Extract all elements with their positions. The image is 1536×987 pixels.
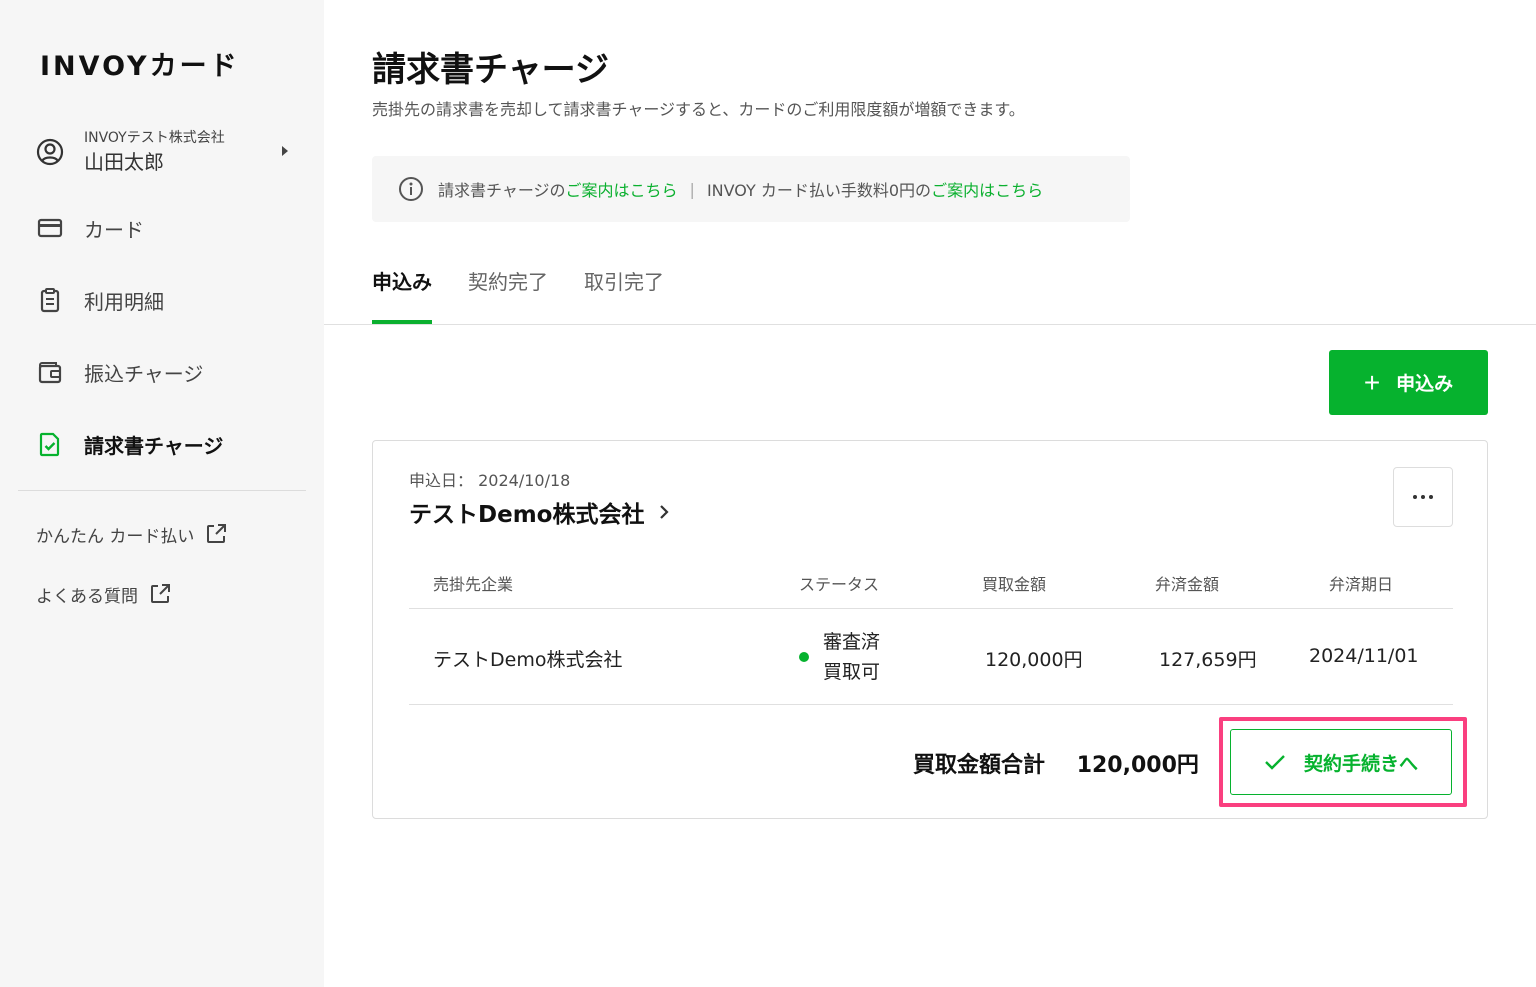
info-icon xyxy=(399,177,423,201)
row-due-date: 2024/11/01 xyxy=(1309,645,1419,667)
column-header-company: 売掛先企業 xyxy=(433,575,514,594)
purchase-total-label: 買取金額合計 xyxy=(913,753,1046,778)
external-link-label: かんたん カード払い xyxy=(36,526,195,547)
invoice-check-icon xyxy=(39,432,60,457)
table-header: 売掛先企業 ステータス 買取金額 弁済金額 弁済期日 xyxy=(409,559,1453,609)
notice-text-fee: INVOY カード払い手数料0円の xyxy=(706,181,932,200)
faq-link[interactable]: よくある質問 xyxy=(36,578,172,610)
sidebar-item-invoice-charge[interactable]: 請求書チャージ xyxy=(36,422,306,466)
column-header-purchase-amount: 買取金額 xyxy=(982,575,1047,594)
application-date-label: 申込日： xyxy=(409,471,474,490)
app-logo[interactable]: INVOYカード xyxy=(40,44,240,83)
easy-card-payment-link[interactable]: かんたん カード払い xyxy=(36,518,228,550)
sidebar-item-statements[interactable]: 利用明細 xyxy=(36,278,306,322)
more-options-button[interactable] xyxy=(1393,467,1453,527)
user-circle-icon xyxy=(36,138,64,166)
column-header-repayment-amount: 弁済金額 xyxy=(1155,575,1220,594)
row-purchase-amount: 120,000円 xyxy=(985,649,1083,671)
status-tabs: 申込み 契約完了 取引完了 xyxy=(372,262,700,325)
dot xyxy=(1421,495,1425,499)
application-date-value: 2024/10/18 xyxy=(478,471,571,490)
wallet-icon xyxy=(38,362,62,384)
chevron-right-icon xyxy=(660,505,670,519)
card-icon xyxy=(37,218,63,238)
caret-right-icon xyxy=(282,146,288,156)
sidebar-item-label: 利用明細 xyxy=(84,289,164,314)
row-status: 審査済 買取可 xyxy=(799,627,880,687)
sidebar: INVOYカード INVOYテスト株式会社 山田太郎 カード 利用明細 振込チャ… xyxy=(0,0,324,987)
external-link-label: よくある質問 xyxy=(36,586,138,607)
row-company: テストDemo株式会社 xyxy=(433,649,623,671)
clipboard-icon xyxy=(40,288,60,313)
sidebar-item-card[interactable]: カード xyxy=(36,206,306,250)
page-subtitle: 売掛先の請求書を売却して請求書チャージすると、カードのご利用限度額が増額できます… xyxy=(372,100,1025,119)
purchase-total: 買取金額合計 120,000円 xyxy=(913,747,1199,779)
plus-icon: + xyxy=(1363,366,1381,398)
contract-procedure-label: 契約手続きへ xyxy=(1303,753,1418,775)
purchase-total-amount: 120,000円 xyxy=(1076,753,1199,778)
column-header-status: ステータス xyxy=(799,575,880,594)
table-row: テストDemo株式会社 審査済 買取可 120,000円 127,659円 20… xyxy=(409,609,1453,705)
sidebar-divider xyxy=(18,490,306,491)
application-card: 申込日： 2024/10/18 テストDemo株式会社 売掛先企業 ステータス … xyxy=(372,440,1488,819)
sidebar-item-label: 振込チャージ xyxy=(84,361,204,386)
new-application-label: 申込み xyxy=(1396,374,1454,395)
column-header-due-date: 弁済期日 xyxy=(1329,575,1394,594)
tab-transaction-complete[interactable]: 取引完了 xyxy=(584,262,664,324)
dot xyxy=(1413,495,1417,499)
dot xyxy=(1429,495,1433,499)
page-title: 請求書チャージ xyxy=(372,50,609,90)
new-application-button[interactable]: + 申込み xyxy=(1329,350,1488,415)
application-company-name: テストDemo株式会社 xyxy=(409,502,645,528)
check-icon xyxy=(1265,755,1285,770)
status-dot xyxy=(799,652,809,662)
contract-procedure-button[interactable]: 契約手続きへ xyxy=(1230,729,1452,795)
fee-guide-link[interactable]: ご案内はこちら xyxy=(931,177,1043,201)
application-date: 申込日： 2024/10/18 xyxy=(409,467,570,491)
sidebar-item-label: カード xyxy=(84,217,144,242)
user-company: INVOYテスト株式会社 xyxy=(84,130,225,146)
status-line-reviewed: 審査済 xyxy=(823,631,881,653)
user-name: 山田太郎 xyxy=(84,150,164,174)
info-notice: 請求書チャージの ご案内はこちら | INVOY カード払い手数料0円の ご案内… xyxy=(372,156,1130,222)
tab-application[interactable]: 申込み xyxy=(372,262,432,324)
notice-separator: | xyxy=(689,179,695,199)
external-link-icon xyxy=(207,524,227,543)
sidebar-item-transfer-charge[interactable]: 振込チャージ xyxy=(36,350,306,394)
external-link-icon xyxy=(151,584,170,603)
status-line-purchasable: 買取可 xyxy=(823,661,881,683)
notice-text-invoice: 請求書チャージの xyxy=(438,181,566,200)
row-repayment-amount: 127,659円 xyxy=(1159,649,1257,671)
sidebar-item-label: 請求書チャージ xyxy=(84,433,224,458)
tabs-divider xyxy=(324,324,1536,325)
tab-contract-complete[interactable]: 契約完了 xyxy=(468,262,548,324)
application-company-link[interactable]: テストDemo株式会社 xyxy=(409,495,672,529)
user-menu[interactable]: INVOYテスト株式会社 山田太郎 xyxy=(36,122,296,182)
invoice-guide-link[interactable]: ご案内はこちら xyxy=(566,177,678,201)
